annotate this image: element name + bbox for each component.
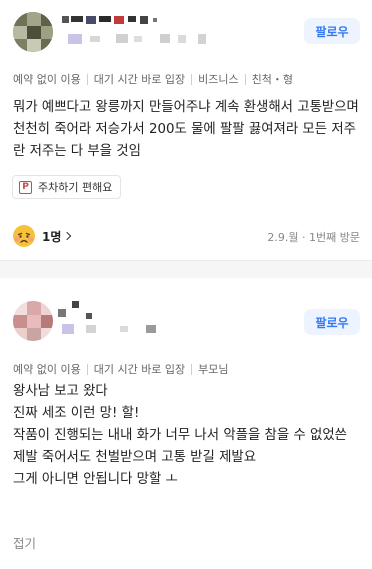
visit-info: 2.9.월 · 1번째 방문 xyxy=(267,231,360,244)
parking-icon: P xyxy=(19,180,32,194)
tag-divider xyxy=(191,363,193,375)
author-meta xyxy=(62,322,162,342)
visit-tags: 예약 없이 이용 대기 시간 바로 입장 비즈니스 친척・형 xyxy=(13,71,367,87)
reaction-button[interactable]: 1명 xyxy=(12,224,72,248)
tag-reservation[interactable]: 예약 없이 이용 xyxy=(13,71,81,87)
author-name[interactable] xyxy=(62,14,172,34)
follow-button[interactable]: 팔로우 xyxy=(304,18,360,44)
review-card: 팔로우 예약 없이 이용 대기 시간 바로 입장 비즈니스 친척・형 뭐가 예쁘… xyxy=(0,0,372,260)
review-divider xyxy=(0,260,372,278)
tag-companion[interactable]: 부모님 xyxy=(198,361,228,377)
author-name[interactable] xyxy=(58,301,168,321)
keyword-chip: P 주차하기 편해요 xyxy=(12,175,122,199)
fold-button[interactable]: 접기 xyxy=(13,533,36,552)
tag-wait-time[interactable]: 대기 시간 바로 입장 xyxy=(94,71,185,87)
tag-divider xyxy=(86,73,88,85)
keyword-label: 주차하기 편해요 xyxy=(38,181,113,194)
tag-divider xyxy=(244,73,246,85)
tag-reservation[interactable]: 예약 없이 이용 xyxy=(13,361,81,377)
review-text[interactable]: 왕사남 보고 왔다 진짜 세조 이런 망! 할! 작품이 진행되는 내내 화가 … xyxy=(13,381,363,491)
review-text[interactable]: 뭐가 예쁘다고 왕릉까지 만들어주냐 계속 환생해서 고통받으며 천천히 죽어라… xyxy=(13,97,363,163)
avatar[interactable] xyxy=(13,301,53,341)
avatar[interactable] xyxy=(13,12,53,52)
reaction-count: 1명 xyxy=(42,229,62,244)
disappointed-face-icon xyxy=(13,225,35,247)
visit-tags: 예약 없이 이용 대기 시간 바로 입장 부모님 xyxy=(13,361,229,377)
tag-divider xyxy=(86,363,88,375)
author-meta xyxy=(68,32,218,52)
chevron-right-icon xyxy=(63,231,72,241)
tag-wait-time[interactable]: 대기 시간 바로 입장 xyxy=(94,361,185,377)
tag-companion[interactable]: 친척・형 xyxy=(252,71,293,87)
tag-divider xyxy=(191,73,193,85)
follow-button[interactable]: 팔로우 xyxy=(304,309,360,335)
tag-purpose[interactable]: 비즈니스 xyxy=(198,71,238,87)
